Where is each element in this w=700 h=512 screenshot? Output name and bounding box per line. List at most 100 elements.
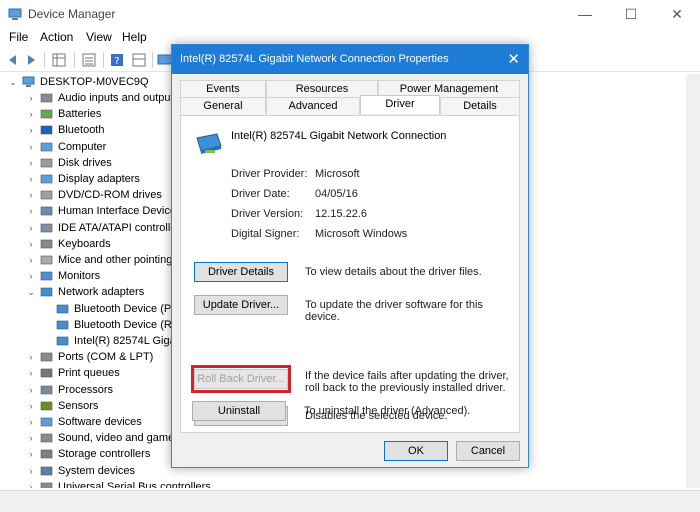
tree-root[interactable]: ⌄ DESKTOP-M0VEC9Q	[0, 74, 170, 90]
roll-back-driver-button[interactable]: Roll Back Driver...	[194, 369, 288, 389]
forward-arrow-icon[interactable]	[22, 51, 40, 69]
driver-details-desc: To view details about the driver files.	[305, 266, 482, 278]
tree-category-item[interactable]: › Sensors	[0, 398, 172, 414]
audio-icon	[40, 93, 53, 103]
driver-version-label: Driver Version:	[231, 208, 304, 220]
tree-category-item[interactable]: › Processors	[0, 382, 172, 398]
menu-help[interactable]: Help	[122, 30, 147, 44]
ide-icon	[40, 223, 53, 232]
tree-category-item[interactable]: › System devices	[0, 463, 172, 479]
expand-chevron-icon[interactable]: ›	[26, 203, 36, 219]
tree-item-label: Bluetooth	[58, 124, 105, 137]
properties-grid-icon[interactable]	[50, 51, 68, 69]
tree-category-item[interactable]: › Storage controllers	[0, 446, 172, 462]
expand-chevron-icon[interactable]: ›	[26, 414, 36, 430]
tree-child-item[interactable]: Bluetooth Device (RFCOMM Protocol TDI)	[0, 317, 281, 333]
computer-icon	[22, 76, 35, 87]
collapse-chevron-icon[interactable]: ⌄	[8, 74, 18, 90]
tree-scrollbar[interactable]	[686, 74, 700, 488]
tab-driver[interactable]: Driver	[360, 95, 440, 114]
tree-category-item[interactable]: ⌄ Network adapters	[0, 284, 172, 300]
expand-chevron-icon[interactable]: ›	[26, 220, 36, 236]
menu-file[interactable]: File	[9, 30, 28, 44]
maximize-button[interactable]: ☐	[608, 0, 654, 28]
roll-back-driver-desc: If the device fails after updating the d…	[305, 370, 509, 394]
cancel-button[interactable]: Cancel	[456, 441, 520, 461]
expand-chevron-icon[interactable]: ›	[26, 463, 36, 479]
expand-chevron-icon[interactable]: ›	[26, 187, 36, 203]
disk-icon	[40, 158, 53, 168]
tree-category-item[interactable]: › Mice and other pointing devices	[0, 252, 213, 268]
tree-category-item[interactable]: › Computer	[0, 139, 172, 155]
expand-chevron-icon[interactable]: ›	[26, 398, 36, 414]
expand-chevron-icon[interactable]: ›	[26, 268, 36, 284]
tab-events[interactable]: Events	[180, 80, 266, 97]
menu-action[interactable]: Action	[40, 30, 73, 44]
processor-icon	[40, 385, 53, 394]
uninstall-button[interactable]: Uninstall	[192, 401, 286, 421]
minimize-button[interactable]: —	[562, 0, 608, 28]
port-icon	[40, 352, 53, 362]
back-arrow-icon[interactable]	[4, 51, 22, 69]
tree-child-item[interactable]: Bluetooth Device (Personal Area Network)	[0, 301, 280, 317]
display-icon	[40, 174, 53, 184]
expand-chevron-icon[interactable]: ›	[26, 349, 36, 365]
tree-category-item[interactable]: › Display adapters	[0, 171, 172, 187]
device-name: Intel(R) 82574L Gigabit Network Connecti…	[231, 130, 447, 142]
list-view-icon[interactable]	[80, 51, 98, 69]
expand-chevron-icon[interactable]: ›	[26, 479, 36, 488]
tab-advanced[interactable]: Advanced	[266, 97, 360, 114]
tree-item-label: Disk drives	[58, 156, 112, 169]
tree-category-item[interactable]: › Human Interface Devices	[0, 203, 182, 219]
tab-general[interactable]: General	[180, 97, 266, 114]
tree-item-label: Network adapters	[58, 286, 145, 299]
driver-details-button[interactable]: Driver Details	[194, 262, 288, 282]
expand-chevron-icon[interactable]: ›	[26, 252, 36, 268]
driver-provider-label: Driver Provider:	[231, 168, 308, 180]
tree-category-item[interactable]: › DVD/CD-ROM drives	[0, 187, 172, 203]
expand-chevron-icon[interactable]: ›	[26, 365, 36, 381]
device-manager-icon	[8, 8, 22, 20]
tab-details[interactable]: Details	[440, 97, 520, 114]
expand-chevron-icon[interactable]: ›	[26, 139, 36, 155]
tree-item-label: Print queues	[58, 367, 120, 380]
expand-chevron-icon[interactable]: ›	[26, 430, 36, 446]
tree-category-item[interactable]: › Ports (COM & LPT)	[0, 349, 172, 365]
status-bar	[0, 490, 700, 512]
tree-category-item[interactable]: › Monitors	[0, 268, 172, 284]
expand-chevron-icon[interactable]: ›	[26, 90, 36, 106]
dialog-close-icon[interactable]: ✕	[507, 50, 520, 68]
collapse-chevron-icon[interactable]: ⌄	[26, 284, 36, 300]
bluetooth-icon	[40, 126, 53, 135]
ok-button[interactable]: OK	[384, 441, 448, 461]
tree-item-label: Ports (COM & LPT)	[58, 351, 154, 364]
menu-view[interactable]: View	[86, 30, 112, 44]
tree-child-item[interactable]: Intel(R) 82574L Gigabit Network Connecti…	[0, 333, 289, 349]
details-view-icon[interactable]	[130, 51, 148, 69]
tree-category-item[interactable]: › Batteries	[0, 106, 172, 122]
tree-category-item[interactable]: › IDE ATA/ATAPI controllers	[0, 220, 186, 236]
expand-chevron-icon[interactable]: ›	[26, 106, 36, 122]
tree-category-item[interactable]: › Bluetooth	[0, 122, 172, 138]
expand-chevron-icon[interactable]: ›	[26, 122, 36, 138]
update-driver-button[interactable]: Update Driver...	[194, 295, 288, 315]
network-icon	[40, 288, 53, 297]
tree-item-label: Universal Serial Bus controllers	[58, 480, 211, 488]
expand-chevron-icon[interactable]: ›	[26, 155, 36, 171]
expand-chevron-icon[interactable]: ›	[26, 171, 36, 187]
tree-category-item[interactable]: › Audio inputs and outputs	[0, 90, 180, 106]
close-button[interactable]: ✕	[654, 0, 700, 28]
help-icon[interactable]: ?	[108, 51, 126, 69]
tree-category-item[interactable]: › Sound, video and game controllers	[0, 430, 229, 446]
expand-chevron-icon[interactable]: ›	[26, 446, 36, 462]
tree-category-item[interactable]: › Universal Serial Bus controllers	[0, 479, 211, 488]
svg-text:?: ?	[114, 56, 119, 67]
tree-root-label: DESKTOP-M0VEC9Q	[40, 76, 149, 88]
tree-category-item[interactable]: › Keyboards	[0, 236, 172, 252]
expand-chevron-icon[interactable]: ›	[26, 382, 36, 398]
title-bar: Device Manager — ☐ ✕	[0, 0, 700, 28]
expand-chevron-icon[interactable]: ›	[26, 236, 36, 252]
tree-category-item[interactable]: › Print queues	[0, 365, 172, 381]
tree-category-item[interactable]: › Software devices	[0, 414, 172, 430]
tree-category-item[interactable]: › Disk drives	[0, 155, 172, 171]
